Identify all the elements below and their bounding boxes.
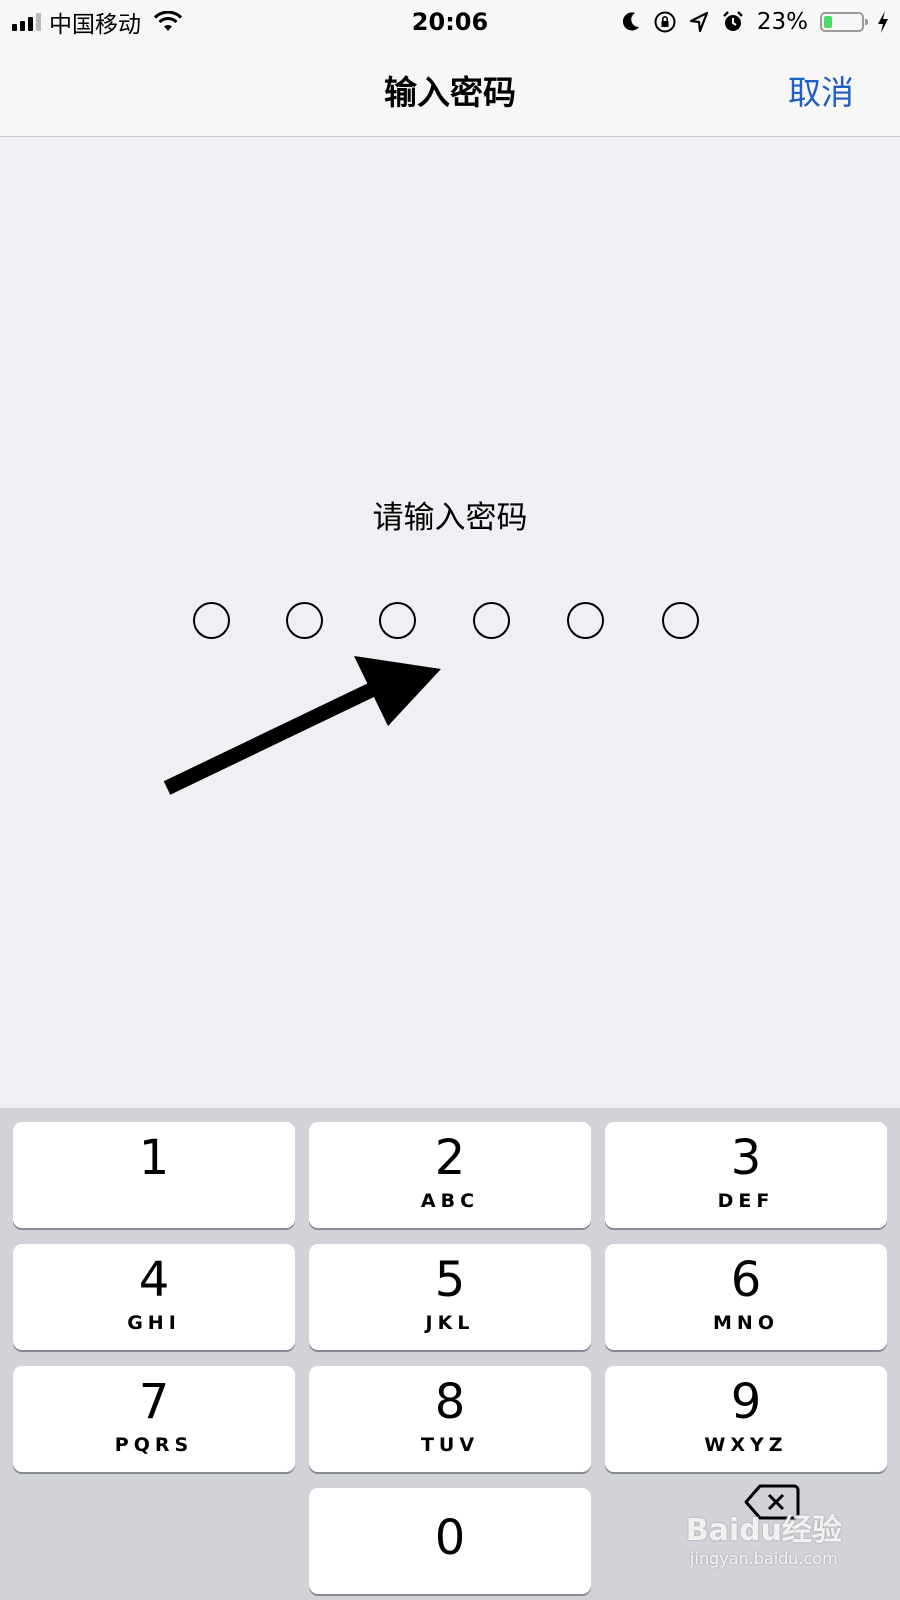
key-letters: TUV xyxy=(420,1434,480,1456)
watermark-logo-text: Baidu经验 xyxy=(685,1513,842,1548)
key-letters: ABC xyxy=(420,1190,480,1212)
keypad-key-3[interactable]: 3 DEF xyxy=(605,1122,887,1228)
key-letters: JKL xyxy=(425,1312,475,1334)
key-digit: 0 xyxy=(434,1510,466,1566)
key-letters: GHI xyxy=(127,1312,181,1334)
key-digit: 1 xyxy=(138,1130,170,1186)
key-letters: MNO xyxy=(713,1312,779,1334)
watermark-url: jingyan.baidu.com xyxy=(690,1549,838,1568)
keypad-key-0[interactable]: 0 xyxy=(309,1488,591,1594)
key-digit: 6 xyxy=(730,1252,762,1308)
key-letters: WXYZ xyxy=(704,1434,788,1456)
key-digit: 3 xyxy=(730,1130,762,1186)
keypad-key-5[interactable]: 5 JKL xyxy=(309,1244,591,1350)
key-letters: PQRS xyxy=(114,1434,194,1456)
keypad-key-2[interactable]: 2 ABC xyxy=(309,1122,591,1228)
keypad-key-1[interactable]: 1 xyxy=(13,1122,295,1228)
key-digit: 9 xyxy=(730,1374,762,1430)
key-digit: 4 xyxy=(138,1252,170,1308)
keypad-key-6[interactable]: 6 MNO xyxy=(605,1244,887,1350)
keypad-key-4[interactable]: 4 GHI xyxy=(13,1244,295,1350)
key-digit: 2 xyxy=(434,1130,466,1186)
keypad-key-9[interactable]: 9 WXYZ xyxy=(605,1366,887,1472)
key-digit: 5 xyxy=(434,1252,466,1308)
key-letters: DEF xyxy=(717,1190,775,1212)
keypad-key-7[interactable]: 7 PQRS xyxy=(13,1366,295,1472)
keypad-key-8[interactable]: 8 TUV xyxy=(309,1366,591,1472)
key-digit: 7 xyxy=(138,1374,170,1430)
key-digit: 8 xyxy=(434,1374,466,1430)
watermark: Baidu经验 jingyan.baidu.com xyxy=(686,1505,842,1568)
